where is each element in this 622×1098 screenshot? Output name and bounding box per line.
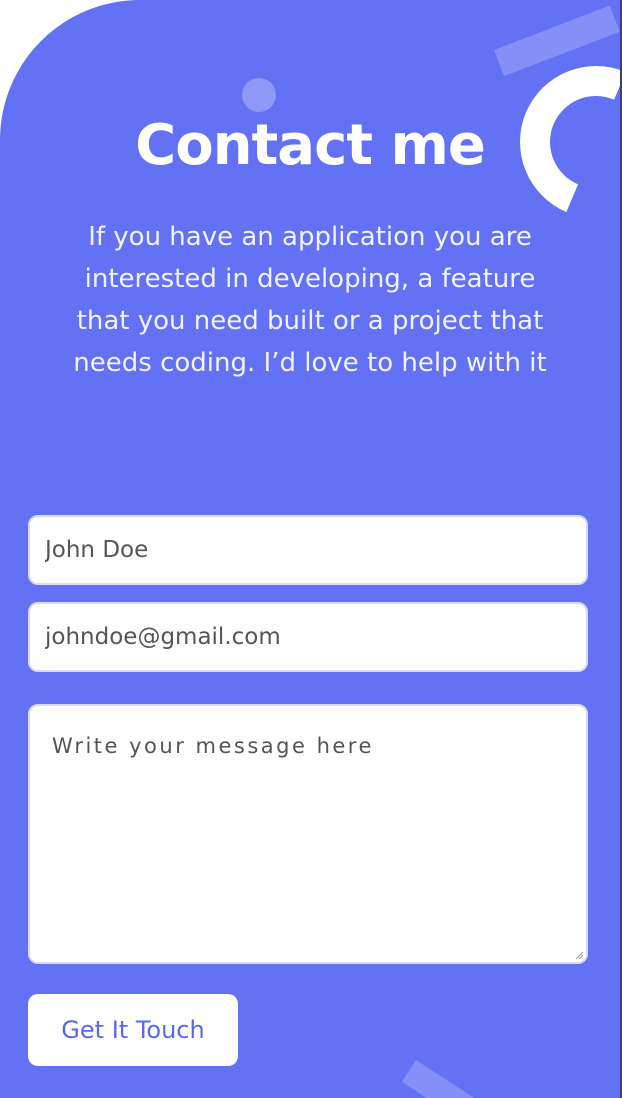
submit-button[interactable]: Get It Touch (28, 994, 238, 1066)
message-textarea[interactable] (28, 704, 588, 964)
contact-page: Contact me If you have an application yo… (0, 0, 622, 1098)
email-input[interactable] (28, 602, 588, 672)
name-input[interactable] (28, 515, 588, 585)
page-title: Contact me (135, 113, 486, 178)
decorative-bar-bottom (401, 1060, 492, 1098)
contact-panel: Contact me If you have an application yo… (0, 0, 620, 1098)
intro-text: If you have an application you are inter… (73, 222, 547, 378)
